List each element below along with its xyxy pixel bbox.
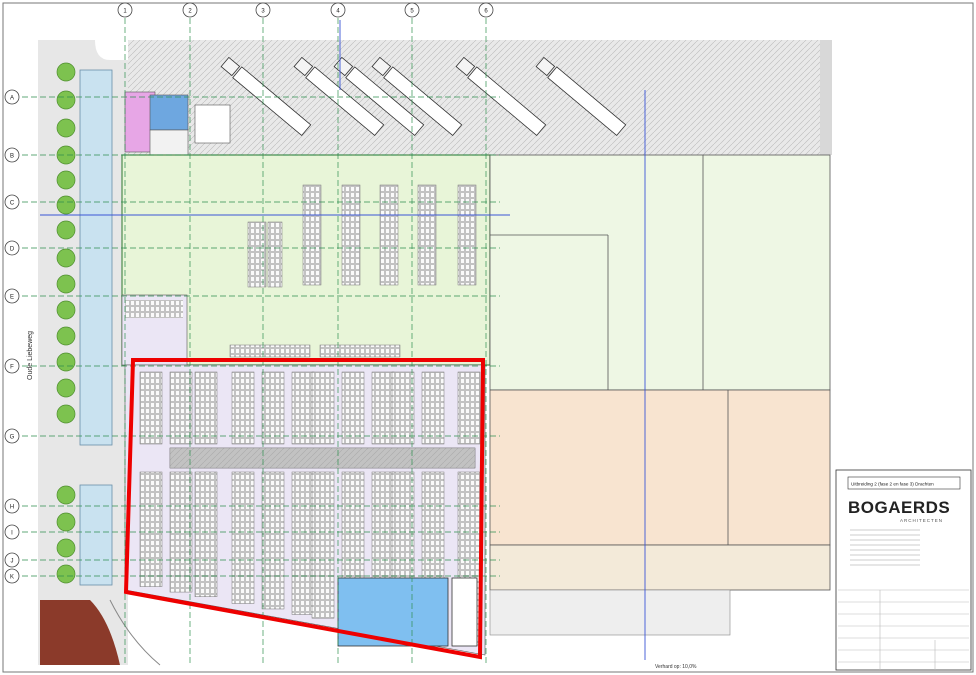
tree-icon (56, 274, 76, 294)
tree-icon (56, 564, 76, 584)
scale-note: Verhard op: 10,0% (655, 664, 697, 670)
water-canal (79, 69, 113, 446)
rack-block (231, 371, 255, 445)
tree-icon (56, 326, 76, 346)
grid-label: G (10, 434, 15, 440)
tree-icon (56, 90, 76, 110)
rack-block (341, 371, 365, 445)
rack-block (169, 371, 193, 445)
grid-label: D (10, 246, 15, 252)
tree-icon (56, 300, 76, 320)
rack-block (139, 471, 163, 587)
grid-label: F (10, 364, 14, 370)
rack-block (231, 471, 255, 604)
storage-south (489, 544, 831, 591)
rack-block (302, 184, 322, 286)
rack-block (391, 371, 415, 445)
tree-icon (56, 378, 76, 398)
rack-block (311, 471, 335, 619)
rack-block (457, 184, 477, 286)
rack-block (417, 184, 437, 286)
corridor-hatch (170, 448, 475, 468)
tree-icon (56, 485, 76, 505)
rack-block (261, 371, 285, 445)
office-desk-area (194, 104, 231, 144)
rack-block (379, 184, 399, 286)
rack-block (194, 371, 218, 445)
tree-icon (56, 170, 76, 190)
tree-icon (56, 352, 76, 372)
rack-block (371, 371, 395, 445)
office-blue (149, 94, 189, 131)
office-white (149, 129, 189, 156)
rack-block (229, 344, 311, 358)
grid-label: B (10, 153, 14, 159)
rack-block (291, 371, 315, 445)
dock-edge (820, 40, 832, 155)
storage-peach (489, 389, 831, 546)
rack-block (125, 300, 183, 318)
brand-logo-text: BOGAERDS (848, 498, 950, 517)
street-label: Oude Liebeweg (27, 331, 34, 380)
floor-plan: Oude Liebeweg 123456ABCDEFGHIJK Verhard … (2, 2, 974, 673)
tree-icon (56, 220, 76, 240)
tree-icon (56, 538, 76, 558)
rack-block (421, 371, 445, 445)
grid-label: C (10, 200, 15, 206)
tree-icon (56, 62, 76, 82)
tree-icon (56, 512, 76, 532)
rack-block (341, 184, 361, 286)
brand-sub: ARCHITECTEN (900, 518, 943, 523)
grid-label: J (11, 558, 14, 564)
rack-block (291, 471, 315, 615)
rack-block (319, 344, 401, 358)
tree-icon (56, 118, 76, 138)
rack-block (194, 471, 218, 597)
grid-label: H (10, 504, 14, 510)
rack-block (311, 371, 335, 445)
water-canal-south (79, 484, 113, 586)
tree-icon (56, 195, 76, 215)
hall-green-east (489, 154, 831, 391)
rack-block (267, 221, 283, 288)
tree-icon (56, 248, 76, 268)
yard (489, 589, 731, 636)
rack-block (457, 371, 481, 445)
stair (451, 577, 478, 647)
grid-label: A (10, 95, 14, 101)
tree-icon (56, 404, 76, 424)
dock-area (128, 40, 830, 155)
rack-block (139, 371, 163, 445)
rack-block (261, 471, 285, 610)
grid-label: K (10, 574, 14, 580)
stamp-text: Uitbreiding 2 (fase 2 en fase 3) Drachte… (851, 482, 934, 487)
grid-label: E (10, 294, 14, 300)
